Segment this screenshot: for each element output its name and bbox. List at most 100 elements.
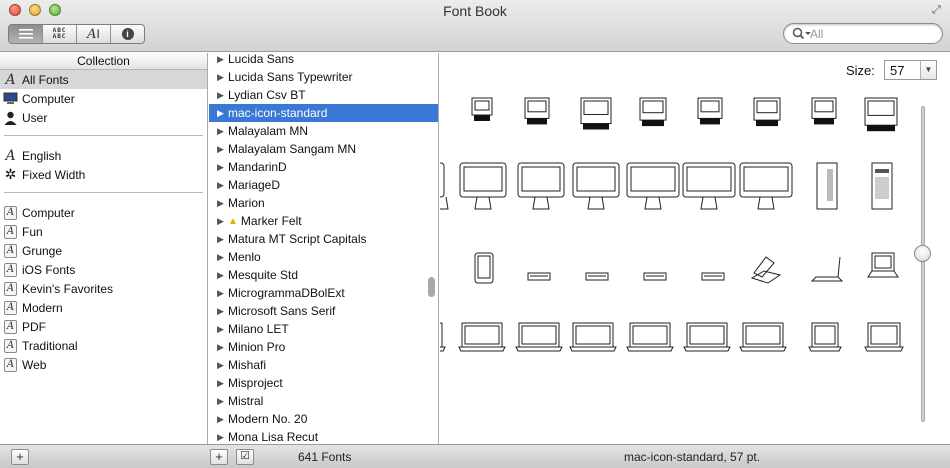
collection-item-pdf[interactable]: A PDF (0, 317, 207, 336)
collection-item-web[interactable]: A Web (0, 355, 207, 374)
disclosure-triangle-icon[interactable]: ▶ (217, 144, 224, 155)
size-slider-track[interactable] (921, 106, 925, 422)
fullscreen-icon[interactable]: ⤢ (932, 4, 944, 16)
laptop-glyph (864, 322, 904, 352)
collection-item-computer-set[interactable]: A Computer (0, 203, 207, 222)
search-input[interactable] (810, 26, 935, 41)
disclosure-triangle-icon[interactable]: ▶ (217, 360, 224, 371)
font-row[interactable]: ▶ Mishafi (209, 356, 438, 374)
font-name: Malayalam Sangam MN (228, 142, 357, 156)
collection-item-user[interactable]: User (0, 108, 207, 127)
classic-mac-glyph (580, 97, 612, 130)
collection-label: Web (22, 357, 47, 372)
font-name: MicrogrammaDBolExt (228, 286, 345, 300)
font-row[interactable]: ▶ Lydian Csv BT (209, 86, 438, 104)
disclosure-triangle-icon[interactable]: ▶ (217, 414, 224, 425)
collection-label: Modern (22, 300, 63, 315)
font-row[interactable]: ▶ Misproject (209, 374, 438, 392)
disclosure-triangle-icon[interactable]: ▶ (217, 234, 224, 245)
disclosure-triangle-icon[interactable]: ▶ (217, 126, 224, 137)
disclosure-triangle-icon[interactable]: ▶ (217, 432, 224, 443)
disclosure-triangle-icon[interactable]: ▶ (217, 108, 224, 119)
disclosure-triangle-icon[interactable]: ▶ (217, 180, 224, 191)
disclosure-triangle-icon[interactable]: ▶ (217, 288, 224, 299)
divider (4, 192, 203, 193)
font-row[interactable]: ▶ Menlo (209, 248, 438, 266)
add-font-button[interactable]: + (210, 449, 228, 465)
disclosure-triangle-icon[interactable]: ▶ (217, 324, 224, 335)
enable-font-button[interactable]: ☑ (236, 449, 254, 465)
font-row[interactable]: ▶ Modern No. 20 (209, 410, 438, 428)
disclosure-triangle-icon[interactable]: ▶ (217, 54, 224, 65)
size-slider-thumb[interactable] (914, 245, 931, 262)
font-row[interactable]: ▶ Minion Pro (209, 338, 438, 356)
font-name: Misproject (228, 376, 283, 390)
font-count: 641 Fonts (298, 450, 352, 464)
collection-header: Collection (0, 53, 207, 70)
collection-item-traditional[interactable]: A Traditional (0, 336, 207, 355)
collection-label: Grunge (22, 243, 63, 258)
title-bar: Font Book ⤢ ABC ABC AI i (0, 0, 950, 52)
collection-label: iOS Fonts (22, 262, 76, 277)
abc-grid-icon: ABC ABC (52, 27, 67, 40)
disclosure-triangle-icon[interactable]: ▶ (217, 216, 224, 227)
font-name: Mona Lisa Recut (228, 430, 319, 444)
disclosure-triangle-icon[interactable]: ▶ (217, 162, 224, 173)
user-icon (4, 111, 17, 125)
bottom-bar: + + ☑ 641 Fonts mac-icon-standard, 57 pt… (0, 444, 950, 468)
collection-item-fun[interactable]: A Fun (0, 222, 207, 241)
font-row[interactable]: ▶ Lucida Sans Typewriter (209, 68, 438, 86)
font-row[interactable]: ▶ Milano LET (209, 320, 438, 338)
disclosure-triangle-icon[interactable]: ▶ (217, 90, 224, 101)
disclosure-triangle-icon[interactable]: ▶ (217, 270, 224, 281)
disclosure-triangle-icon[interactable]: ▶ (217, 378, 224, 389)
font-name: Marker Felt (240, 214, 302, 228)
font-row[interactable]: ▶ Matura MT Script Capitals (209, 230, 438, 248)
disclosure-triangle-icon[interactable]: ▶ (217, 306, 224, 317)
info-view-button[interactable]: i (111, 25, 144, 43)
font-row[interactable]: ▶ MariageD (209, 176, 438, 194)
font-row[interactable]: ▶ Mona Lisa Recut (209, 428, 438, 444)
font-row[interactable]: ▶ Marion (209, 194, 438, 212)
collection-label: Fun (22, 224, 43, 239)
collection-label: Traditional (22, 338, 78, 353)
font-row[interactable]: ▶ Malayalam Sangam MN (209, 140, 438, 158)
collection-item-english[interactable]: A English (0, 146, 207, 165)
collection-item-fixed-width[interactable]: ✲ Fixed Width (0, 165, 207, 184)
font-row[interactable]: ▶ Lucida Sans (209, 53, 438, 68)
font-row[interactable]: ▶ ▲ Marker Felt (209, 212, 438, 230)
collection-item-computer[interactable]: Computer (0, 89, 207, 108)
chevron-down-icon[interactable]: ▼ (920, 61, 936, 79)
font-row[interactable]: ▶ Mistral (209, 392, 438, 410)
font-row-selected[interactable]: ▶ mac-icon-standard (209, 104, 438, 122)
disclosure-triangle-icon[interactable]: ▶ (217, 198, 224, 209)
collection-icon: A (4, 357, 17, 372)
computer-icon (3, 92, 18, 104)
font-row[interactable]: ▶ MicrogrammaDBolExt (209, 284, 438, 302)
collection-item-all-fonts[interactable]: A All Fonts (0, 70, 207, 89)
disclosure-triangle-icon[interactable]: ▶ (217, 396, 224, 407)
disclosure-triangle-icon[interactable]: ▶ (217, 342, 224, 353)
list-icon (18, 29, 33, 39)
font-row[interactable]: ▶ Malayalam MN (209, 122, 438, 140)
imac-glyph (517, 162, 565, 210)
collection-item-ios-fonts[interactable]: A iOS Fonts (0, 260, 207, 279)
font-row[interactable]: ▶ MandarinD (209, 158, 438, 176)
collection-item-modern[interactable]: A Modern (0, 298, 207, 317)
font-row[interactable]: ▶ Mesquite Std (209, 266, 438, 284)
custom-view-button[interactable]: AI (77, 25, 111, 43)
disclosure-triangle-icon[interactable]: ▶ (217, 72, 224, 83)
laptop-glyph (808, 322, 842, 352)
collection-icon: A (4, 205, 17, 220)
collection-item-grunge[interactable]: A Grunge (0, 241, 207, 260)
list-view-button[interactable] (9, 25, 43, 43)
font-row[interactable]: ▶ Microsoft Sans Serif (209, 302, 438, 320)
font-name: Mesquite Std (228, 268, 299, 282)
add-collection-button[interactable]: + (11, 449, 29, 465)
font-name: mac-icon-standard (228, 106, 328, 120)
sample-view-button[interactable]: ABC ABC (43, 25, 77, 43)
search-field[interactable] (783, 23, 943, 44)
collection-item-kevins-favorites[interactable]: A Kevin's Favorites (0, 279, 207, 298)
disclosure-triangle-icon[interactable]: ▶ (217, 252, 224, 263)
font-list-scrollbar[interactable] (428, 277, 435, 297)
